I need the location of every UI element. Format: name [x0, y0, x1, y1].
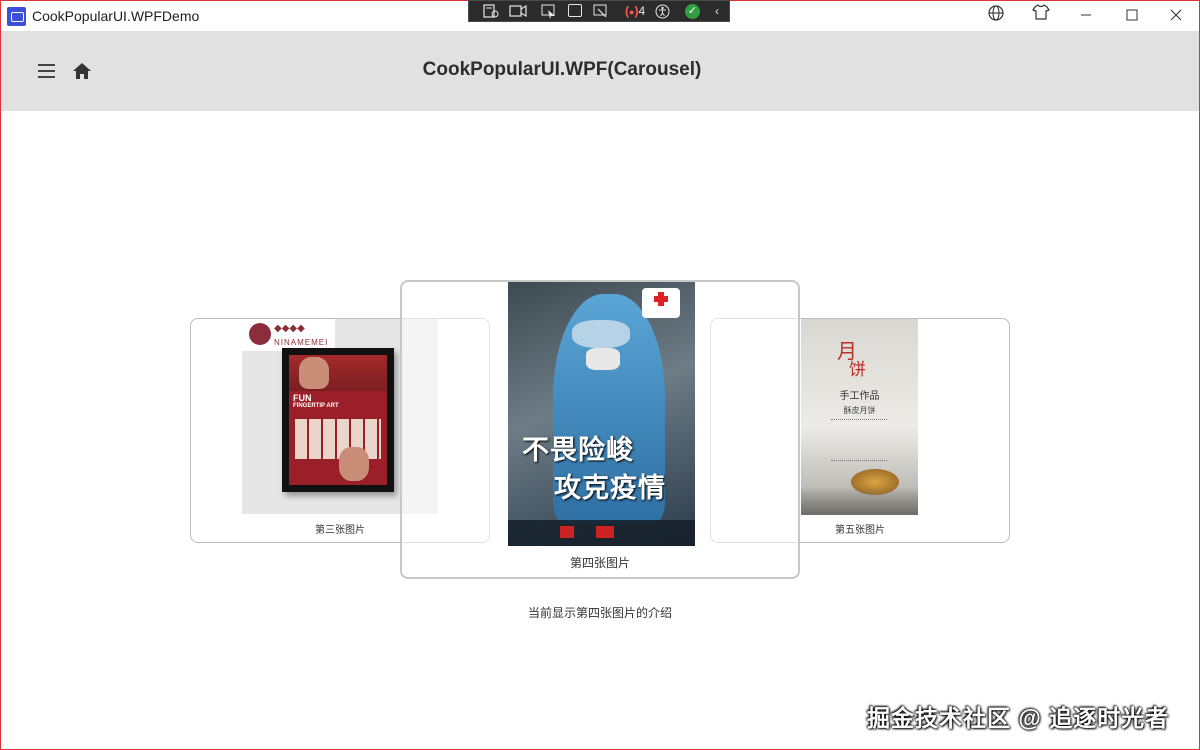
poster-text-mooncake: 酥皮月饼: [843, 406, 876, 415]
mooncake-poster-image: 月 饼 手工作品 酥皮月饼: [801, 319, 918, 515]
select-element-icon[interactable]: [541, 4, 557, 19]
live-visual-tree-icon[interactable]: [483, 4, 499, 19]
red-cross-badge-icon: [642, 288, 680, 318]
carousel-item-caption: 第四张图片: [569, 556, 630, 570]
page-title: CookPopularUI.WPF(Carousel): [422, 59, 702, 80]
language-globe-icon[interactable]: [973, 1, 1019, 31]
hot-reload-check-icon[interactable]: ✓: [685, 4, 700, 19]
camera-icon[interactable]: [509, 4, 527, 19]
close-button[interactable]: [1153, 1, 1199, 31]
app-icon: [7, 7, 26, 26]
collapse-toolbar-chevron-icon[interactable]: ‹: [715, 4, 719, 19]
poster-text-line2: 攻克疫情: [554, 473, 666, 504]
binding-failures-icon[interactable]: (●)4: [625, 4, 645, 19]
maximize-button[interactable]: [1109, 1, 1155, 31]
accessibility-icon[interactable]: [655, 4, 670, 19]
current-item-description: 当前显示第四张图片的介绍: [527, 606, 672, 620]
poster-text-fingertip: FINGERTIP ART: [293, 403, 339, 409]
watermark-text: 掘金技术社区 @ 追逐时光者: [867, 705, 1170, 731]
poster-text-handmade: 手工作品: [839, 391, 880, 402]
brand-name: NINAMEMEI: [274, 338, 329, 347]
poster-text-line1: 不畏险峻: [522, 435, 634, 466]
theme-shirt-icon[interactable]: [1018, 1, 1064, 31]
poster-text-fun: FUN: [293, 393, 312, 403]
binding-failure-count: 4: [638, 4, 646, 18]
epidemic-poster-image: 不畏险峻 攻克疫情: [508, 282, 695, 546]
minimize-button[interactable]: [1063, 1, 1109, 31]
carousel-item-4-selected[interactable]: 不畏险峻 攻克疫情 第四张图片: [400, 280, 800, 579]
display-layout-adorner-icon[interactable]: [568, 4, 582, 17]
debug-toolbar: (●)4 ✓ ‹: [468, 0, 730, 22]
brand-logo-icon: [249, 323, 271, 345]
window-title: CookPopularUI.WPFDemo: [32, 8, 200, 24]
track-focus-icon[interactable]: [593, 4, 609, 19]
app-header: CookPopularUI.WPF(Carousel): [1, 31, 1199, 111]
